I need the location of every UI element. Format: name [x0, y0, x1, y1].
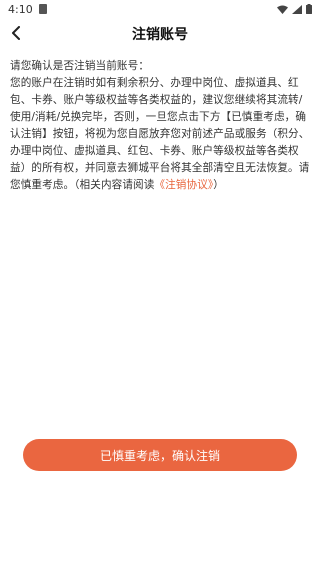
page-title: 注销账号	[132, 27, 188, 43]
status-right	[277, 4, 312, 14]
status-left: 4:10	[8, 3, 47, 16]
header: 注销账号	[0, 18, 320, 48]
sim-card-icon	[38, 4, 47, 14]
notice-body: 您的账户在注销时如有剩余积分、办理中岗位、虚拟道具、红包、卡券、账户等级权益等各…	[10, 75, 310, 194]
status-bar: 4:10	[0, 0, 320, 18]
notice-body-end: ）	[213, 179, 224, 191]
cancellation-agreement-link[interactable]: 《注销协议》	[154, 179, 213, 191]
notice-intro: 请您确认是否注销当前账号：	[10, 60, 150, 72]
notice-body-text: 您的账户在注销时如有剩余积分、办理中岗位、虚拟道具、红包、卡券、账户等级权益等各…	[10, 77, 310, 191]
wifi-icon	[277, 5, 288, 14]
cellular-signal-icon	[292, 4, 302, 14]
status-time: 4:10	[8, 2, 33, 16]
notice-content: 请您确认是否注销当前账号： 您的账户在注销时如有剩余积分、办理中岗位、虚拟道具、…	[10, 58, 310, 194]
confirm-cancellation-button[interactable]: 已慎重考虑，确认注销	[23, 439, 297, 471]
battery-icon	[306, 4, 312, 14]
